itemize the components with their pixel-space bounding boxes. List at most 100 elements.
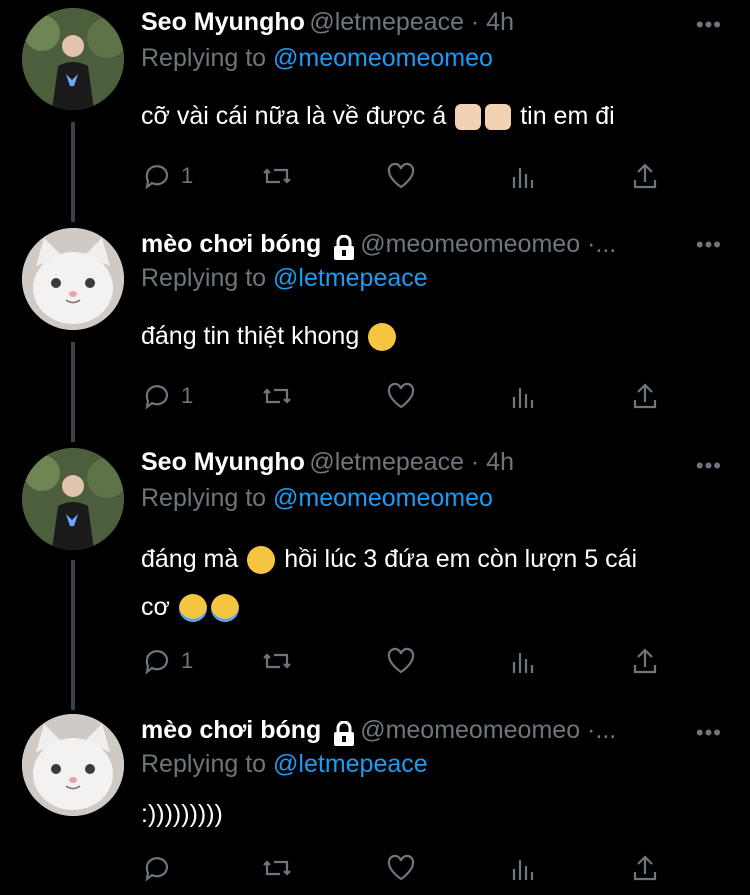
share-icon	[633, 648, 657, 674]
analytics-button[interactable]	[507, 645, 539, 677]
reply-icon	[145, 650, 169, 675]
retweet-icon	[263, 168, 291, 184]
tweet-text: cỡ vài cái nữa là về được á tin em đi	[141, 94, 731, 138]
tweet-text-part: :)))))))))	[141, 800, 223, 828]
analytics-button[interactable]	[507, 852, 539, 884]
reply-button[interactable]: 1	[141, 380, 193, 412]
retweet-button[interactable]	[261, 380, 293, 412]
tweet-text-part: cỡ vài cái nữa là về được á	[141, 102, 447, 130]
person-photo	[22, 8, 124, 110]
reply-count: 1	[181, 163, 194, 188]
tweet[interactable]: mèo chơi bóng @meomeomeomeo ·... ••• Rep…	[0, 220, 750, 445]
more-icon[interactable]: •••	[696, 453, 722, 479]
handle-and-time[interactable]: @meomeomeomeo ·...	[360, 230, 616, 258]
retweet-button[interactable]	[261, 160, 293, 192]
flexed-biceps-emoji-icon	[455, 104, 482, 131]
tweet-text-part: hồi lúc 3 đứa em còn lượn 5 cái	[284, 545, 638, 573]
like-button[interactable]	[385, 645, 417, 677]
reply-button[interactable]: 1	[141, 160, 193, 192]
tweet-header: Seo Myungho @letmepeace · 4h	[141, 448, 690, 482]
more-icon[interactable]: •••	[696, 232, 722, 258]
reply-count: 1	[181, 383, 194, 408]
avatar[interactable]	[22, 714, 124, 816]
smiling-face-with-halo-emoji-icon	[210, 594, 239, 623]
share-icon	[633, 163, 657, 189]
tweet-header: Seo Myungho @letmepeace · 4h	[141, 8, 690, 42]
reply-button[interactable]	[141, 852, 173, 884]
reply-icon	[145, 165, 169, 190]
retweet-icon	[263, 860, 291, 876]
analytics-icon	[512, 653, 534, 673]
analytics-icon	[512, 388, 534, 408]
share-button[interactable]	[629, 645, 661, 677]
retweet-icon	[263, 388, 291, 404]
action-bar: 1	[141, 160, 701, 196]
replying-to: Replying to @letmepeace	[141, 750, 428, 779]
display-name[interactable]: Seo Myungho	[141, 8, 305, 36]
tweet-text-part: cơ	[141, 593, 170, 621]
analytics-icon	[512, 860, 534, 880]
cat-photo	[22, 714, 124, 816]
like-button[interactable]	[385, 380, 417, 412]
lock-icon	[333, 720, 354, 746]
heart-icon	[387, 382, 415, 409]
retweet-button[interactable]	[261, 645, 293, 677]
action-bar	[141, 852, 701, 888]
heart-icon	[387, 854, 415, 881]
handle-and-time[interactable]: @letmepeace · 4h	[309, 8, 514, 36]
reply-icon	[145, 385, 169, 410]
handle-and-time[interactable]: @letmepeace · 4h	[309, 448, 514, 476]
share-button[interactable]	[629, 852, 661, 884]
person-photo	[22, 448, 124, 550]
replying-label: Replying to	[141, 44, 267, 72]
tweet-header: mèo chơi bóng @meomeomeomeo ·...	[141, 716, 690, 750]
replying-to: Replying to @meomeomeomeo	[141, 484, 493, 513]
cat-photo	[22, 228, 124, 330]
reply-button[interactable]: 1	[141, 645, 193, 677]
mention-link[interactable]: @meomeomeomeo	[273, 44, 493, 72]
retweet-icon	[263, 653, 291, 669]
flexed-biceps-emoji-icon	[485, 104, 512, 131]
display-name[interactable]: mèo chơi bóng	[141, 716, 321, 744]
heart-icon	[387, 647, 415, 674]
action-bar: 1	[141, 645, 701, 681]
disappointed-face-emoji-icon	[368, 323, 397, 352]
action-bar: 1	[141, 380, 701, 416]
mention-link[interactable]: @letmepeace	[273, 264, 428, 292]
replying-label: Replying to	[141, 264, 267, 292]
retweet-button[interactable]	[261, 852, 293, 884]
avatar[interactable]	[22, 8, 124, 110]
reply-count: 1	[181, 648, 194, 673]
tweet-text-part: đáng tin thiệt khong	[141, 322, 360, 350]
replying-label: Replying to	[141, 750, 267, 778]
mention-link[interactable]: @letmepeace	[273, 750, 428, 778]
tweet[interactable]: mèo chơi bóng @meomeomeomeo ·... ••• Rep…	[0, 710, 750, 895]
like-button[interactable]	[385, 852, 417, 884]
more-icon[interactable]: •••	[696, 12, 722, 38]
reply-icon	[145, 857, 169, 882]
more-icon[interactable]: •••	[696, 720, 722, 746]
handle-and-time[interactable]: @meomeomeomeo ·...	[360, 716, 616, 744]
share-button[interactable]	[629, 380, 661, 412]
tweet-text-part: tin em đi	[520, 102, 615, 130]
avatar[interactable]	[22, 448, 124, 550]
analytics-button[interactable]	[507, 380, 539, 412]
heart-icon	[387, 162, 415, 189]
replying-to: Replying to @letmepeace	[141, 264, 428, 293]
tweet-text: đáng mà hồi lúc 3 đứa em còn lượn 5 cái …	[141, 535, 731, 631]
mention-link[interactable]: @meomeomeomeo	[273, 484, 493, 512]
display-name[interactable]: Seo Myungho	[141, 448, 305, 476]
tweet[interactable]: Seo Myungho @letmepeace · 4h ••• Replyin…	[0, 445, 750, 710]
replying-label: Replying to	[141, 484, 267, 512]
avatar[interactable]	[22, 228, 124, 330]
smiling-face-emoji-icon	[247, 546, 276, 575]
tweet-text: đáng tin thiệt khong	[141, 314, 731, 358]
like-button[interactable]	[385, 160, 417, 192]
tweet[interactable]: Seo Myungho @letmepeace · 4h ••• Replyin…	[0, 0, 750, 220]
smiling-face-with-halo-emoji-icon	[178, 594, 207, 623]
display-name[interactable]: mèo chơi bóng	[141, 230, 321, 258]
share-button[interactable]	[629, 160, 661, 192]
analytics-button[interactable]	[507, 160, 539, 192]
share-icon	[633, 855, 657, 881]
analytics-icon	[512, 168, 534, 188]
